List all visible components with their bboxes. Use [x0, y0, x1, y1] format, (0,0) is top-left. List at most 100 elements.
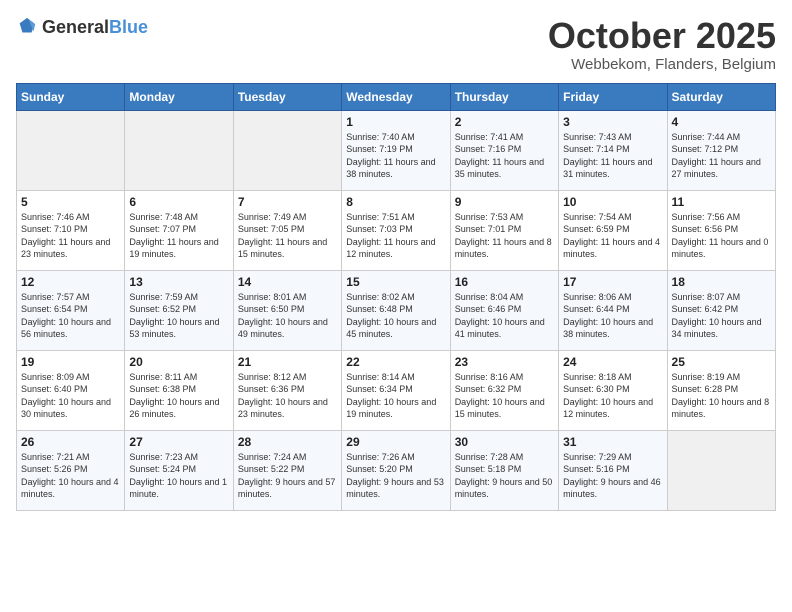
day-info: Sunrise: 8:01 AM Sunset: 6:50 PM Dayligh… — [238, 291, 337, 341]
calendar-cell: 12 Sunrise: 7:57 AM Sunset: 6:54 PM Dayli… — [17, 270, 125, 350]
day-info: Sunrise: 7:56 AM Sunset: 6:56 PM Dayligh… — [672, 211, 771, 261]
calendar-cell: 7 Sunrise: 7:49 AM Sunset: 7:05 PM Daylig… — [233, 190, 341, 270]
subtitle: Webbekom, Flanders, Belgium — [548, 56, 776, 73]
calendar-cell: 28 Sunrise: 7:24 AM Sunset: 5:22 PM Dayli… — [233, 430, 341, 510]
day-number: 8 — [346, 195, 445, 209]
day-info: Sunrise: 7:53 AM Sunset: 7:01 PM Dayligh… — [455, 211, 554, 261]
day-number: 27 — [129, 435, 228, 449]
weekday-header-sunday: Sunday — [17, 83, 125, 110]
day-info: Sunrise: 7:49 AM Sunset: 7:05 PM Dayligh… — [238, 211, 337, 261]
weekday-header-row: SundayMondayTuesdayWednesdayThursdayFrid… — [17, 83, 776, 110]
day-info: Sunrise: 7:51 AM Sunset: 7:03 PM Dayligh… — [346, 211, 445, 261]
weekday-header-friday: Friday — [559, 83, 667, 110]
calendar-cell: 27 Sunrise: 7:23 AM Sunset: 5:24 PM Dayli… — [125, 430, 233, 510]
day-info: Sunrise: 7:48 AM Sunset: 7:07 PM Dayligh… — [129, 211, 228, 261]
page-header: GeneralBlue October 2025 Webbekom, Fland… — [16, 16, 776, 73]
day-number: 30 — [455, 435, 554, 449]
day-number: 19 — [21, 355, 120, 369]
day-info: Sunrise: 7:43 AM Sunset: 7:14 PM Dayligh… — [563, 131, 662, 181]
day-info: Sunrise: 8:19 AM Sunset: 6:28 PM Dayligh… — [672, 371, 771, 421]
day-number: 1 — [346, 115, 445, 129]
main-title: October 2025 — [548, 16, 776, 56]
calendar-cell — [667, 430, 775, 510]
calendar-cell: 22 Sunrise: 8:14 AM Sunset: 6:34 PM Dayli… — [342, 350, 450, 430]
calendar-cell: 11 Sunrise: 7:56 AM Sunset: 6:56 PM Dayli… — [667, 190, 775, 270]
day-info: Sunrise: 8:09 AM Sunset: 6:40 PM Dayligh… — [21, 371, 120, 421]
day-info: Sunrise: 7:28 AM Sunset: 5:18 PM Dayligh… — [455, 451, 554, 501]
day-number: 23 — [455, 355, 554, 369]
day-info: Sunrise: 8:11 AM Sunset: 6:38 PM Dayligh… — [129, 371, 228, 421]
calendar-cell: 19 Sunrise: 8:09 AM Sunset: 6:40 PM Dayli… — [17, 350, 125, 430]
logo-icon — [16, 16, 38, 38]
calendar-cell: 24 Sunrise: 8:18 AM Sunset: 6:30 PM Dayli… — [559, 350, 667, 430]
day-number: 24 — [563, 355, 662, 369]
day-number: 17 — [563, 275, 662, 289]
day-number: 5 — [21, 195, 120, 209]
day-number: 26 — [21, 435, 120, 449]
day-info: Sunrise: 7:26 AM Sunset: 5:20 PM Dayligh… — [346, 451, 445, 501]
calendar-cell: 30 Sunrise: 7:28 AM Sunset: 5:18 PM Dayli… — [450, 430, 558, 510]
day-number: 6 — [129, 195, 228, 209]
day-number: 12 — [21, 275, 120, 289]
day-number: 13 — [129, 275, 228, 289]
calendar-cell: 31Sunrise: 7:29 AM Sunset: 5:16 PM Dayli… — [559, 430, 667, 510]
day-number: 3 — [563, 115, 662, 129]
day-info: Sunrise: 7:40 AM Sunset: 7:19 PM Dayligh… — [346, 131, 445, 181]
day-number: 31 — [563, 435, 662, 449]
weekday-header-monday: Monday — [125, 83, 233, 110]
calendar-cell: 10Sunrise: 7:54 AM Sunset: 6:59 PM Dayli… — [559, 190, 667, 270]
day-number: 9 — [455, 195, 554, 209]
calendar-cell — [233, 110, 341, 190]
day-number: 29 — [346, 435, 445, 449]
day-info: Sunrise: 7:54 AM Sunset: 6:59 PM Dayligh… — [563, 211, 662, 261]
day-number: 28 — [238, 435, 337, 449]
weekday-header-saturday: Saturday — [667, 83, 775, 110]
day-info: Sunrise: 7:24 AM Sunset: 5:22 PM Dayligh… — [238, 451, 337, 501]
day-info: Sunrise: 7:41 AM Sunset: 7:16 PM Dayligh… — [455, 131, 554, 181]
day-number: 11 — [672, 195, 771, 209]
calendar-cell: 26 Sunrise: 7:21 AM Sunset: 5:26 PM Dayli… — [17, 430, 125, 510]
calendar-cell: 2Sunrise: 7:41 AM Sunset: 7:16 PM Daylig… — [450, 110, 558, 190]
day-info: Sunrise: 7:46 AM Sunset: 7:10 PM Dayligh… — [21, 211, 120, 261]
weekday-header-thursday: Thursday — [450, 83, 558, 110]
day-info: Sunrise: 7:21 AM Sunset: 5:26 PM Dayligh… — [21, 451, 120, 501]
weekday-header-tuesday: Tuesday — [233, 83, 341, 110]
calendar-cell: 15Sunrise: 8:02 AM Sunset: 6:48 PM Dayli… — [342, 270, 450, 350]
day-info: Sunrise: 8:02 AM Sunset: 6:48 PM Dayligh… — [346, 291, 445, 341]
calendar-cell: 4Sunrise: 7:44 AM Sunset: 7:12 PM Daylig… — [667, 110, 775, 190]
weekday-header-wednesday: Wednesday — [342, 83, 450, 110]
logo: GeneralBlue — [16, 16, 148, 38]
day-number: 20 — [129, 355, 228, 369]
day-info: Sunrise: 8:06 AM Sunset: 6:44 PM Dayligh… — [563, 291, 662, 341]
calendar-table: SundayMondayTuesdayWednesdayThursdayFrid… — [16, 83, 776, 511]
day-number: 4 — [672, 115, 771, 129]
day-number: 22 — [346, 355, 445, 369]
calendar-cell: 20 Sunrise: 8:11 AM Sunset: 6:38 PM Dayli… — [125, 350, 233, 430]
day-info: Sunrise: 8:12 AM Sunset: 6:36 PM Dayligh… — [238, 371, 337, 421]
day-number: 21 — [238, 355, 337, 369]
day-number: 25 — [672, 355, 771, 369]
calendar-cell: 6 Sunrise: 7:48 AM Sunset: 7:07 PM Daylig… — [125, 190, 233, 270]
day-number: 16 — [455, 275, 554, 289]
day-info: Sunrise: 8:16 AM Sunset: 6:32 PM Dayligh… — [455, 371, 554, 421]
day-number: 7 — [238, 195, 337, 209]
calendar-cell: 16 Sunrise: 8:04 AM Sunset: 6:46 PM Dayli… — [450, 270, 558, 350]
day-info: Sunrise: 7:57 AM Sunset: 6:54 PM Dayligh… — [21, 291, 120, 341]
calendar-week-row: 19 Sunrise: 8:09 AM Sunset: 6:40 PM Dayli… — [17, 350, 776, 430]
calendar-week-row: 1 Sunrise: 7:40 AM Sunset: 7:19 PM Daylig… — [17, 110, 776, 190]
calendar-cell: 21 Sunrise: 8:12 AM Sunset: 6:36 PM Dayli… — [233, 350, 341, 430]
calendar-cell: 8 Sunrise: 7:51 AM Sunset: 7:03 PM Daylig… — [342, 190, 450, 270]
calendar-cell: 5 Sunrise: 7:46 AM Sunset: 7:10 PM Daylig… — [17, 190, 125, 270]
calendar-week-row: 5 Sunrise: 7:46 AM Sunset: 7:10 PM Daylig… — [17, 190, 776, 270]
day-info: Sunrise: 8:04 AM Sunset: 6:46 PM Dayligh… — [455, 291, 554, 341]
day-info: Sunrise: 7:23 AM Sunset: 5:24 PM Dayligh… — [129, 451, 228, 501]
logo-text-general: General — [42, 17, 109, 37]
calendar-cell: 1 Sunrise: 7:40 AM Sunset: 7:19 PM Daylig… — [342, 110, 450, 190]
calendar-cell: 18Sunrise: 8:07 AM Sunset: 6:42 PM Dayli… — [667, 270, 775, 350]
calendar-cell: 25 Sunrise: 8:19 AM Sunset: 6:28 PM Dayli… — [667, 350, 775, 430]
calendar-cell: 14Sunrise: 8:01 AM Sunset: 6:50 PM Dayli… — [233, 270, 341, 350]
calendar-cell — [17, 110, 125, 190]
day-info: Sunrise: 8:14 AM Sunset: 6:34 PM Dayligh… — [346, 371, 445, 421]
day-info: Sunrise: 8:07 AM Sunset: 6:42 PM Dayligh… — [672, 291, 771, 341]
day-info: Sunrise: 8:18 AM Sunset: 6:30 PM Dayligh… — [563, 371, 662, 421]
